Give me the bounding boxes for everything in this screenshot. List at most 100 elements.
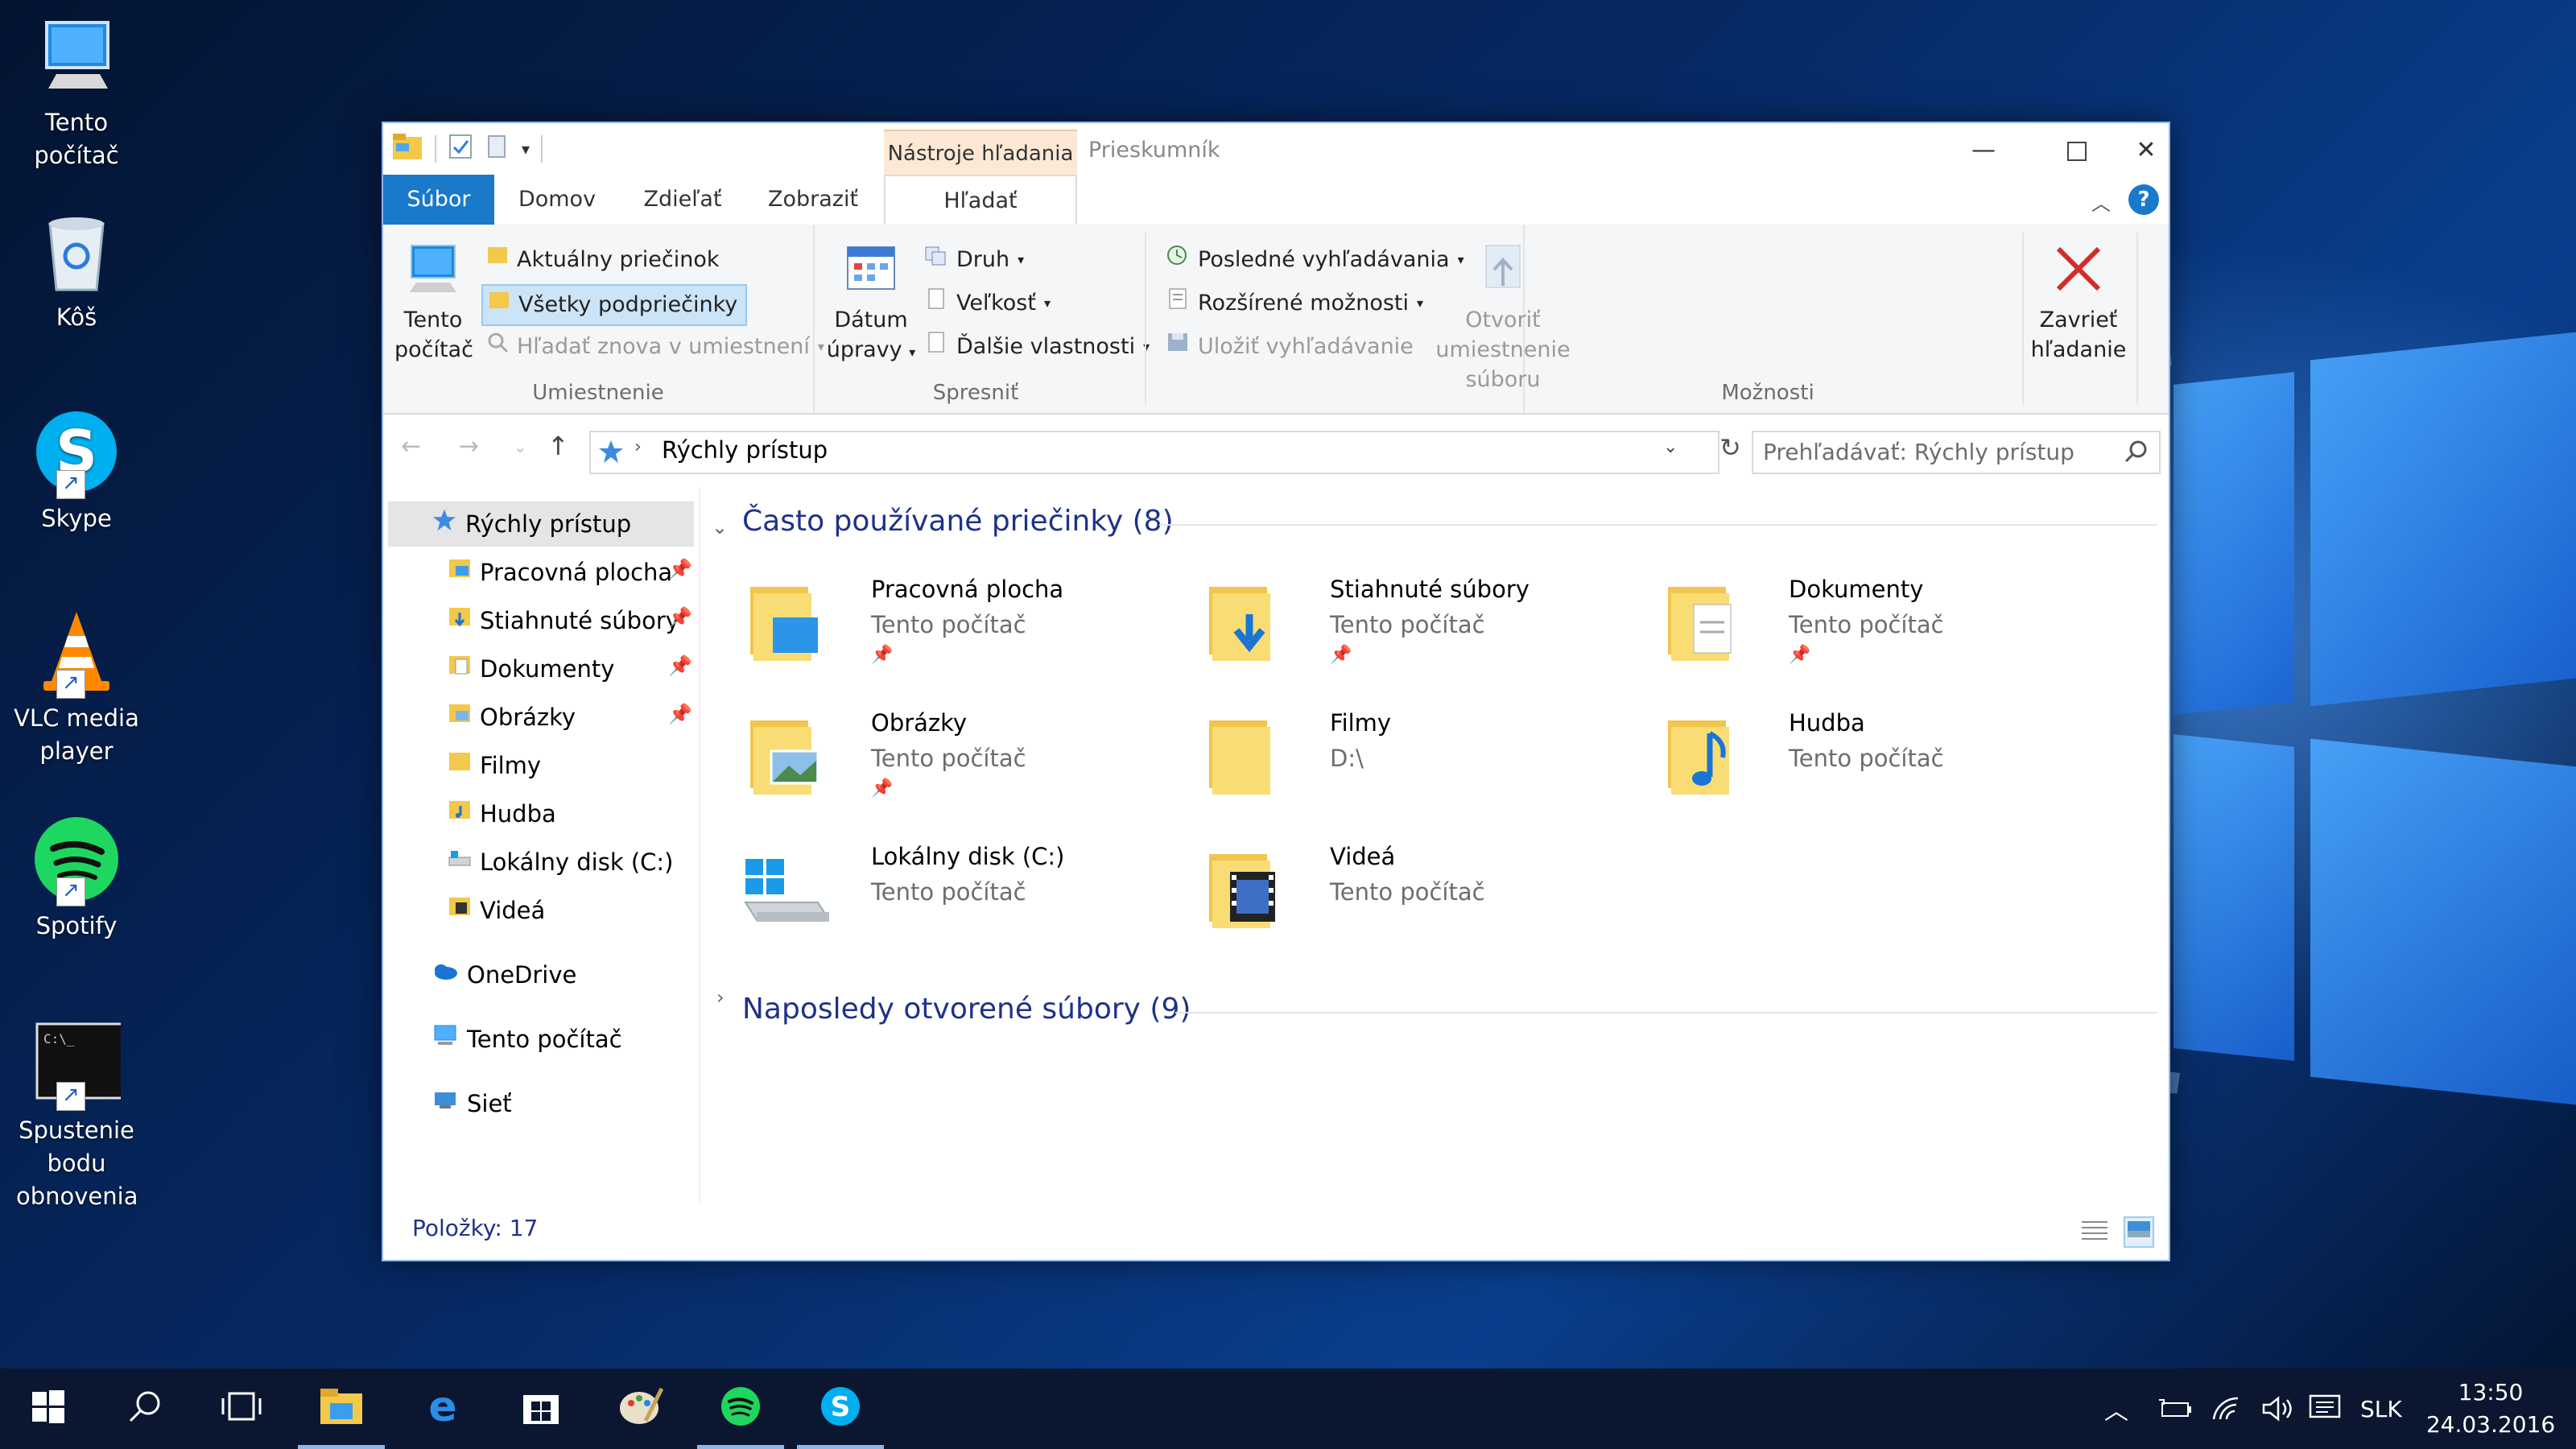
other-properties-button[interactable]: Ďalšie vlastnosti ▾ bbox=[924, 328, 1150, 366]
nav-item-music[interactable]: Hudba bbox=[448, 791, 556, 836]
chevron-down-icon[interactable]: ▾ bbox=[522, 139, 530, 159]
section-title-frequent[interactable]: Často používané priečinky (8) bbox=[742, 505, 1174, 538]
clock[interactable]: 13:50 24.03.2016 bbox=[2418, 1368, 2563, 1449]
folder-tile-videos[interactable]: Videá Tento počítač bbox=[1199, 843, 1634, 972]
nav-item-desktop[interactable]: Pracovná plocha bbox=[448, 550, 672, 595]
minimize-button[interactable]: — bbox=[1937, 128, 2030, 173]
nav-network[interactable]: Sieť bbox=[431, 1081, 512, 1126]
folder-tile-local-disk[interactable]: Lokálny disk (C:) Tento počítač bbox=[741, 843, 1175, 972]
folder-tile-documents[interactable]: Dokumenty Tento počítač 📌 bbox=[1658, 576, 2093, 704]
folder-tile-movies[interactable]: Filmy D:\ bbox=[1199, 709, 1634, 838]
tab-search[interactable]: Hľadať bbox=[884, 175, 1077, 228]
address-bar[interactable]: › Rýchly prístup ⌄ bbox=[589, 431, 1719, 474]
nav-item-pictures[interactable]: Obrázky bbox=[448, 695, 576, 740]
music-folder-icon bbox=[1658, 709, 1747, 798]
folder-name: Obrázky bbox=[871, 709, 968, 737]
shortcut-arrow-icon: ↗ bbox=[56, 470, 85, 499]
new-folder-icon[interactable] bbox=[485, 133, 510, 166]
back-button[interactable]: ← bbox=[401, 432, 421, 460]
search-input[interactable]: Prehľadávať: Rýchly prístup bbox=[1752, 431, 2161, 474]
svg-text:e: e bbox=[428, 1385, 456, 1427]
open-file-location-button[interactable]: Otvoriť umiestnenie súboru bbox=[1402, 241, 1604, 394]
nav-item-downloads[interactable]: Stiahnuté súbory bbox=[448, 598, 679, 643]
pin-icon[interactable]: 📌 bbox=[668, 606, 692, 629]
address-dropdown-icon[interactable]: ⌄ bbox=[1663, 437, 1678, 457]
wifi-icon[interactable] bbox=[2211, 1368, 2243, 1449]
breadcrumb[interactable]: Rýchly prístup bbox=[662, 436, 828, 464]
size-button[interactable]: Veľkosť ▾ bbox=[924, 284, 1051, 323]
nav-this-pc[interactable]: Tento počítač bbox=[431, 1017, 622, 1062]
folder-tile-downloads[interactable]: Stiahnuté súbory Tento počítač 📌 bbox=[1199, 576, 1634, 704]
desktop-icon-vlc[interactable]: ↗ VLC media player bbox=[0, 607, 153, 768]
up-button[interactable]: ↑ bbox=[547, 431, 569, 461]
pin-icon[interactable]: 📌 bbox=[668, 703, 692, 725]
show-hidden-icons-button[interactable]: ︿ bbox=[2104, 1368, 2128, 1449]
desktop-icon-label: Skype bbox=[41, 505, 112, 532]
properties-icon[interactable] bbox=[448, 133, 473, 166]
details-view-icon[interactable] bbox=[2080, 1218, 2109, 1248]
desktop-icon-skype[interactable]: S ↗ Skype bbox=[0, 407, 153, 535]
close-button[interactable]: ✕ bbox=[2124, 128, 2169, 173]
battery-icon[interactable] bbox=[2157, 1368, 2193, 1449]
all-subfolders-button[interactable]: Všetky podpriečinky bbox=[481, 284, 748, 326]
desktop-icon-this-pc[interactable]: Tento počítač bbox=[0, 11, 153, 172]
folder-icon bbox=[488, 286, 510, 324]
search-again-in-button[interactable]: Hľadať znova v umiestnení ▾ bbox=[486, 328, 824, 366]
volume-icon[interactable] bbox=[2260, 1368, 2296, 1449]
pin-icon[interactable]: 📌 bbox=[668, 654, 692, 677]
chevron-right-icon[interactable]: › bbox=[716, 986, 724, 1009]
taskbar-paint[interactable] bbox=[592, 1368, 689, 1449]
nav-item-documents[interactable]: Dokumenty bbox=[448, 646, 614, 691]
nav-quick-access[interactable]: Rýchly prístup bbox=[388, 502, 694, 547]
recent-searches-icon bbox=[1166, 241, 1190, 279]
search-button[interactable] bbox=[97, 1368, 193, 1449]
nav-onedrive[interactable]: OneDrive bbox=[431, 952, 576, 997]
help-icon[interactable]: ? bbox=[2128, 184, 2159, 215]
folder-tile-pictures[interactable]: Obrázky Tento počítač 📌 bbox=[741, 709, 1175, 838]
nav-item-local-disk[interactable]: Lokálny disk (C:) bbox=[448, 840, 674, 885]
recent-locations-button[interactable]: ⌄ bbox=[514, 437, 527, 456]
tab-view[interactable]: Zobraziť bbox=[745, 175, 881, 225]
chevron-down-icon[interactable]: ⌄ bbox=[712, 516, 728, 539]
taskbar-file-explorer[interactable] bbox=[293, 1368, 390, 1449]
star-icon bbox=[431, 502, 457, 547]
desktop-icon-label: VLC media player bbox=[14, 704, 139, 765]
folder-tile-desktop[interactable]: Pracovná plocha Tento počítač 📌 bbox=[741, 576, 1175, 704]
maximize-button[interactable] bbox=[2030, 128, 2124, 173]
videos-folder-icon bbox=[448, 888, 472, 933]
large-icons-view-icon[interactable] bbox=[2124, 1216, 2154, 1248]
tab-share[interactable]: Zdieľať bbox=[620, 175, 745, 225]
forward-button[interactable]: → bbox=[459, 432, 479, 460]
task-view-button[interactable] bbox=[193, 1368, 290, 1449]
folder-tile-music[interactable]: Hudba Tento počítač bbox=[1658, 709, 2093, 838]
save-search-button[interactable]: Uložiť vyhľadávanie bbox=[1166, 328, 1414, 366]
tab-file[interactable]: Súbor bbox=[383, 175, 494, 225]
advanced-options-label: Rozšírené možnosti bbox=[1198, 291, 1410, 316]
desktop-icon-restore-point[interactable]: C:\_ ↗ Spustenie bodu obnovenia bbox=[0, 1019, 153, 1213]
taskbar-spotify[interactable] bbox=[692, 1368, 789, 1449]
desktop-icon-recycle-bin[interactable]: Kôš bbox=[0, 206, 153, 334]
kind-button[interactable]: Druh ▾ bbox=[924, 241, 1024, 279]
collapse-ribbon-icon[interactable]: ︿ bbox=[2091, 188, 2111, 216]
taskbar-store[interactable] bbox=[493, 1368, 589, 1449]
pin-icon[interactable]: 📌 bbox=[668, 558, 692, 580]
close-search-button[interactable]: Zavrieť hľadanie bbox=[2029, 241, 2128, 365]
date-modified-button[interactable]: Dátum úpravy ▾ bbox=[826, 241, 916, 367]
refresh-button[interactable]: ↻ bbox=[1719, 432, 1741, 463]
nav-item-movies[interactable]: Filmy bbox=[448, 743, 541, 788]
nav-item-videos[interactable]: Videá bbox=[448, 888, 545, 933]
start-button[interactable] bbox=[0, 1368, 97, 1449]
current-folder-button[interactable]: Aktuálny priečinok bbox=[486, 241, 720, 279]
taskbar-edge[interactable]: e bbox=[394, 1368, 491, 1449]
action-center-icon[interactable] bbox=[2309, 1368, 2341, 1449]
section-title-recent[interactable]: Naposledy otvorené súbory (9) bbox=[742, 993, 1191, 1026]
tab-home[interactable]: Domov bbox=[494, 175, 620, 225]
taskbar-skype[interactable]: S bbox=[792, 1368, 889, 1449]
folder-location: Tento počítač bbox=[1330, 611, 1485, 638]
desktop-icon-spotify[interactable]: ↗ Spotify bbox=[0, 815, 153, 943]
this-pc-button[interactable]: Tento počítač bbox=[394, 241, 473, 365]
ribbon-group-refine: Dátum úpravy ▾ Druh ▾ Veľkosť ▾ Ďalšie v… bbox=[815, 225, 1571, 413]
advanced-options-button[interactable]: Rozšírené možnosti ▾ bbox=[1166, 284, 1423, 323]
input-language[interactable]: SLK bbox=[2360, 1368, 2402, 1449]
desktop-icon-label: Tento počítač bbox=[34, 109, 119, 169]
